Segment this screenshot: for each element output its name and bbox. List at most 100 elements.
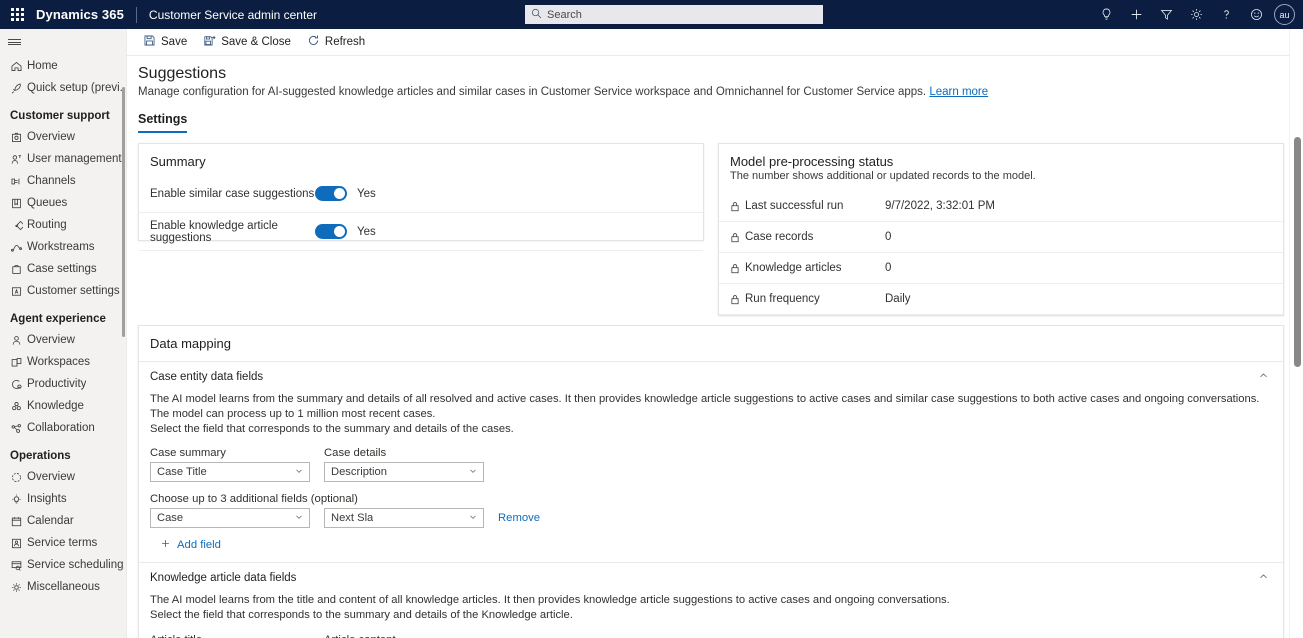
sidebar-item-label: Workspaces [27,356,90,368]
case-details-field: Case details Description [324,447,484,482]
toggle-row-knowledge-article: Enable knowledge article suggestions Yes [139,213,703,251]
toggle-label: Enable similar case suggestions [150,188,315,200]
article-content-label: Article content [324,634,484,638]
sidebar-scrollbar[interactable] [122,87,125,337]
sidebar-item-service-terms[interactable]: Service terms [0,532,126,554]
page-title: Suggestions [138,65,1303,83]
remove-field-button[interactable]: Remove [498,512,540,524]
sidebar-item-insights[interactable]: Insights [0,488,126,510]
status-card-subtitle: The number shows additional or updated r… [719,169,1283,182]
sidebar-item-customer-settings[interactable]: Customer settings [0,280,126,302]
plus-icon [160,538,171,552]
sidebar-item-case-settings[interactable]: Case settings [0,258,126,280]
sidebar-item-user-management[interactable]: User management [0,148,126,170]
sidebar-item-label: Workstreams [27,241,95,253]
save-and-close-button[interactable]: Save & Close [195,30,299,55]
tab-settings[interactable]: Settings [138,112,187,133]
queues-icon [10,195,27,211]
case-entity-section-header[interactable]: Case entity data fields [150,362,1272,392]
status-value: 0 [885,262,891,274]
case-summary-field: Case summary Case Title [150,447,310,482]
channels-icon [10,173,27,189]
case-entity-section-title: Case entity data fields [150,371,263,383]
brand-divider [136,7,137,23]
add-field-button[interactable]: Add field [160,538,221,552]
case-summary-dropdown[interactable]: Case Title [150,462,310,482]
knowledge-article-suggestions-toggle[interactable] [315,224,347,239]
sidebar-group-agent-experience: Agent experience [0,302,126,329]
chevron-down-icon [468,466,478,479]
hamburger-icon[interactable] [0,29,127,55]
toggle-value: Yes [357,226,376,238]
case-entity-paragraph-2: Select the field that corresponds to the… [150,422,1272,443]
sidebar-item-service-scheduling[interactable]: Service scheduling [0,554,126,576]
insights-icon [10,491,27,507]
chevron-down-icon [468,512,478,525]
case-details-dropdown[interactable]: Description [324,462,484,482]
case-details-value: Description [331,466,387,478]
data-mapping-card: Data mapping Case entity data fields The… [138,325,1284,638]
sidebar-item-label: Routing [27,219,67,231]
sidebar-item-collaboration[interactable]: Collaboration [0,417,126,439]
productivity-icon [10,376,27,392]
sidebar-item-routing[interactable]: Routing [0,214,126,236]
lock-icon [730,294,745,305]
sidebar-item-label: Channels [27,175,76,187]
additional-entity-dropdown[interactable]: Case [150,508,310,528]
sidebar-item-productivity[interactable]: Productivity [0,373,126,395]
lightbulb-icon[interactable] [1091,0,1121,29]
sidebar-item-label: Calendar [27,515,74,527]
article-title-field: Article title [150,634,310,638]
chevron-up-icon[interactable] [1258,370,1272,384]
case-settings-icon [10,261,27,277]
sidebar-item-workstreams[interactable]: Workstreams [0,236,126,258]
save-button[interactable]: Save [135,30,195,55]
filter-icon[interactable] [1151,0,1181,29]
avatar[interactable]: au [1274,4,1295,25]
save-close-icon [203,34,216,50]
sidebar-item-queues[interactable]: Queues [0,192,126,214]
waffle-icon[interactable] [0,0,34,29]
sidebar-item-ax-overview[interactable]: Overview [0,329,126,351]
sidebar-group-operations: Operations [0,439,126,466]
page-scrollbar-track[interactable] [1289,29,1303,638]
sidebar-item-channels[interactable]: Channels [0,170,126,192]
sidebar-item-label: Insights [27,493,67,505]
status-row-run-frequency: Run frequency Daily [719,284,1283,315]
sidebar-item-calendar[interactable]: Calendar [0,510,126,532]
lock-icon [730,232,745,243]
learn-more-link[interactable]: Learn more [929,86,988,98]
chevron-up-icon[interactable] [1258,571,1272,585]
sidebar-item-label: Overview [27,471,75,483]
sidebar-item-home[interactable]: Home [0,55,126,77]
sidebar-item-label: Case settings [27,263,97,275]
search-box[interactable] [525,5,823,24]
sidebar-item-quick-setup[interactable]: Quick setup (previ... [0,77,126,99]
search-icon [531,8,542,22]
gear-icon[interactable] [1181,0,1211,29]
plus-icon[interactable] [1121,0,1151,29]
refresh-icon [307,34,320,50]
sidebar-item-workspaces[interactable]: Workspaces [0,351,126,373]
smiley-icon[interactable] [1241,0,1271,29]
search-input[interactable] [547,6,817,23]
additional-attribute-dropdown[interactable]: Next Sla [324,508,484,528]
refresh-button[interactable]: Refresh [299,30,373,55]
home-icon [10,58,27,74]
case-additional-fields-row: Case Next Sla [150,508,1272,528]
additional-fields-label: Choose up to 3 additional fields (option… [150,493,1272,505]
status-value: 0 [885,231,891,243]
knowledge-article-section-header[interactable]: Knowledge article data fields [150,563,1272,593]
page-scrollbar-thumb[interactable] [1294,137,1301,367]
help-icon[interactable] [1211,0,1241,29]
rocket-icon [10,80,27,96]
sidebar-item-ops-overview[interactable]: Overview [0,466,126,488]
sidebar-item-knowledge[interactable]: Knowledge [0,395,126,417]
sidebar-item-miscellaneous[interactable]: Miscellaneous [0,576,126,598]
sidebar-item-label: Service scheduling [27,559,124,571]
collaboration-icon [10,420,27,436]
status-label: Run frequency [745,293,885,305]
sidebar-item-cs-overview[interactable]: Overview [0,126,126,148]
similar-case-suggestions-toggle[interactable] [315,186,347,201]
header-icon-group: au [1091,0,1299,29]
